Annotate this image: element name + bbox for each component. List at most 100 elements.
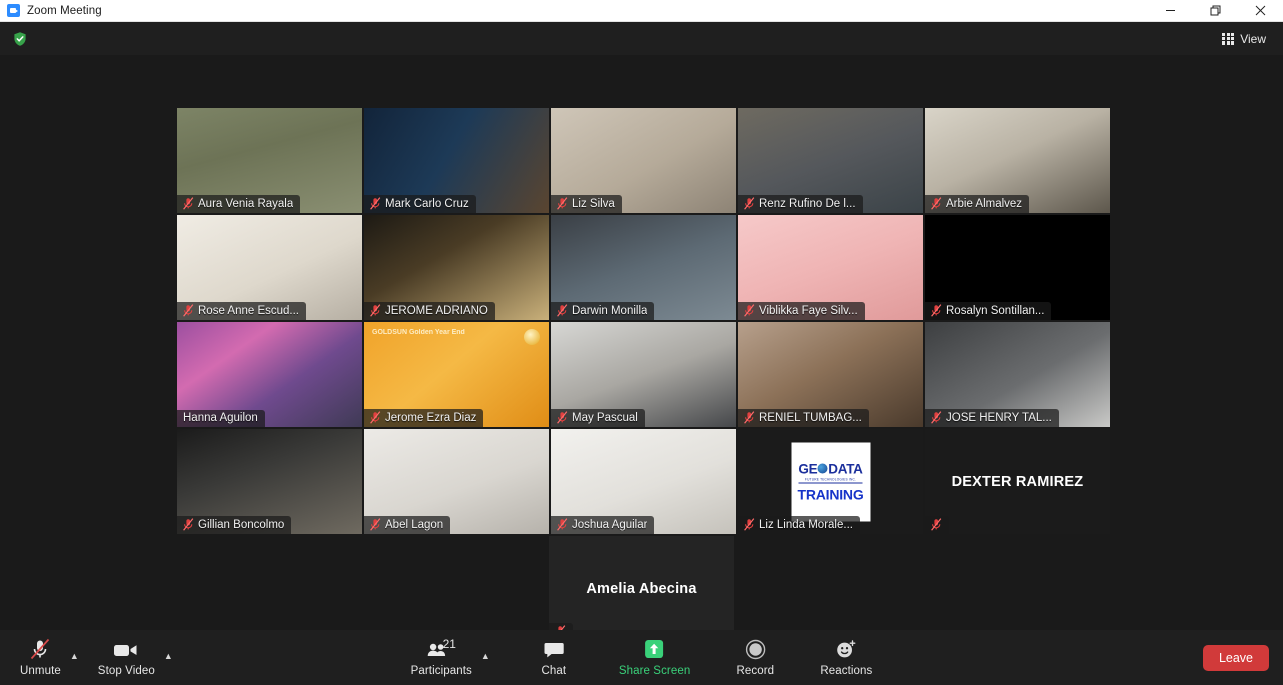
participant-tile[interactable]: DEXTER RAMIREZ <box>925 429 1110 534</box>
participant-nameplate: Gillian Boncolmo <box>177 516 292 534</box>
participant-tile[interactable]: GOLDSUN Golden Year End Jerome Ezra Diaz <box>364 322 549 427</box>
participant-nameplate: Mark Carlo Cruz <box>364 195 476 213</box>
participant-nameplate: Jerome Ezra Diaz <box>364 409 484 427</box>
participant-nameplate: JOSE HENRY TAL... <box>925 409 1059 427</box>
participants-label: Participants <box>410 665 472 677</box>
mic-muted-icon <box>370 197 381 210</box>
stop-video-button[interactable]: Stop Video <box>94 636 159 679</box>
gallery-row: Hanna Aguilon GOLDSUN Golden Year End Jero… <box>177 322 1110 427</box>
participants-button[interactable]: 21 Participants <box>407 636 476 679</box>
participant-tile[interactable]: May Pascual <box>551 322 736 427</box>
unmute-button[interactable]: Unmute <box>16 636 65 679</box>
gallery-row: Aura Venia Rayala Mark Carlo Cruz Liz Silv… <box>177 108 1110 213</box>
participant-nameplate: Renz Rufino De l... <box>738 195 863 213</box>
participants-control-group: 21 Participants ▲ <box>407 636 493 679</box>
participant-nameplate: Rosalyn Sontillan... <box>925 302 1052 320</box>
participant-name-centered: DEXTER RAMIREZ <box>951 473 1084 490</box>
toolbar-center-group: 21 Participants ▲ Chat Share Screen Reco… <box>407 636 877 679</box>
participant-nameplate: Joshua Aguilar <box>551 516 655 534</box>
record-button[interactable]: Record <box>732 636 778 679</box>
mic-muted-icon <box>183 518 194 531</box>
participant-tile[interactable]: Arbie Almalvez <box>925 108 1110 213</box>
participant-name: Arbie Almalvez <box>946 197 1023 210</box>
share-screen-button[interactable]: Share Screen <box>615 636 695 679</box>
participant-tile[interactable]: Gillian Boncolmo <box>177 429 362 534</box>
participant-tile[interactable]: Abel Lagon <box>364 429 549 534</box>
logo-primary-text: GE DATA <box>798 461 863 476</box>
participant-name: JOSE HENRY TAL... <box>946 411 1052 424</box>
participant-tile[interactable]: Hanna Aguilon <box>177 322 362 427</box>
participant-tile[interactable]: JEROME ADRIANO <box>364 215 549 320</box>
participant-nameplate: Liz Linda Morale... <box>738 516 860 534</box>
logo-subtitle-text: FUTURE TECHNOLOGIES INC. <box>798 477 863 483</box>
participant-name: Hanna Aguilon <box>183 412 258 424</box>
audio-options-caret[interactable]: ▲ <box>67 650 82 663</box>
meeting-toolbar: Unmute ▲ Stop Video ▲ 21 Participants ▲ … <box>0 630 1283 685</box>
participants-count: 21 <box>442 637 456 651</box>
leave-button[interactable]: Leave <box>1202 644 1269 671</box>
chat-button[interactable]: Chat <box>531 636 577 679</box>
audio-control-group: Unmute ▲ <box>16 636 82 679</box>
participant-nameplate: May Pascual <box>551 409 645 427</box>
mic-muted-icon <box>370 518 381 531</box>
mic-muted-icon <box>744 304 755 317</box>
mic-muted-icon <box>931 197 942 210</box>
participant-tile[interactable]: GE DATA FUTURE TECHNOLOGIES INC. TRAINING Li… <box>738 429 923 534</box>
reactions-smiley-icon <box>835 638 857 661</box>
participant-tile[interactable]: Liz Silva <box>551 108 736 213</box>
mic-muted-icon <box>29 638 51 661</box>
mic-muted-icon <box>370 304 381 317</box>
participant-tile[interactable]: Rosalyn Sontillan... <box>925 215 1110 320</box>
gallery-row: Gillian Boncolmo Abel Lagon Joshua Aguilar… <box>177 429 1110 534</box>
close-button[interactable] <box>1238 0 1283 22</box>
participant-nameplate: JEROME ADRIANO <box>364 302 495 320</box>
participant-name: Liz Silva <box>572 197 615 210</box>
participant-nameplate: Liz Silva <box>551 195 622 213</box>
participant-nameplate: Abel Lagon <box>364 516 451 534</box>
mic-muted-icon <box>557 411 568 424</box>
window-title: Zoom Meeting <box>27 4 102 17</box>
participant-tile[interactable]: JOSE HENRY TAL... <box>925 322 1110 427</box>
participant-tile[interactable]: Viblikka Faye Silv... <box>738 215 923 320</box>
mic-muted-icon <box>931 518 942 531</box>
shield-check-icon[interactable] <box>10 29 29 48</box>
mic-muted-icon <box>557 518 568 531</box>
participant-nameplate: Aura Venia Rayala <box>177 195 301 213</box>
mic-muted-icon <box>931 411 942 424</box>
participant-tile[interactable]: Amelia Abecina <box>549 536 734 641</box>
participant-name: Rose Anne Escud... <box>198 304 300 317</box>
gallery-row: Rose Anne Escud... JEROME ADRIANO Darwin M… <box>177 215 1110 320</box>
share-screen-label: Share Screen <box>618 665 691 677</box>
participants-caret[interactable]: ▲ <box>478 650 493 663</box>
share-screen-icon <box>644 638 666 661</box>
participant-tile[interactable]: Mark Carlo Cruz <box>364 108 549 213</box>
participant-tile[interactable]: Aura Venia Rayala <box>177 108 362 213</box>
participant-name: Viblikka Faye Silv... <box>759 304 858 317</box>
reactions-button[interactable]: Reactions <box>816 636 876 679</box>
participant-name: Jerome Ezra Diaz <box>385 411 477 424</box>
mic-muted-icon <box>557 197 568 210</box>
view-button[interactable]: View <box>1216 28 1272 49</box>
virtual-background-text: GOLDSUN Golden Year End <box>372 329 465 336</box>
participant-name: JEROME ADRIANO <box>385 304 488 317</box>
logo-secondary-text: TRAINING <box>797 486 864 502</box>
meeting-top-bar: View <box>0 22 1283 55</box>
record-label: Record <box>736 665 775 677</box>
participant-name: RENIEL TUMBAG... <box>759 411 862 424</box>
minimize-button[interactable] <box>1148 0 1193 22</box>
mic-muted-icon <box>744 411 755 424</box>
participant-name: Joshua Aguilar <box>572 518 648 531</box>
video-options-caret[interactable]: ▲ <box>161 650 176 663</box>
mic-muted-icon <box>744 197 755 210</box>
mic-muted-icon <box>557 304 568 317</box>
meeting-stage: Aura Venia Rayala Mark Carlo Cruz Liz Silv… <box>0 55 1283 652</box>
participant-tile[interactable]: Renz Rufino De l... <box>738 108 923 213</box>
participant-tile[interactable]: Joshua Aguilar <box>551 429 736 534</box>
participant-tile[interactable]: RENIEL TUMBAG... <box>738 322 923 427</box>
participant-gallery: Aura Venia Rayala Mark Carlo Cruz Liz Silv… <box>177 108 1110 643</box>
restore-button[interactable] <box>1193 0 1238 22</box>
gallery-row: Amelia Abecina <box>177 536 1106 641</box>
participant-nameplate: Hanna Aguilon <box>177 410 265 427</box>
participant-tile[interactable]: Darwin Monilla <box>551 215 736 320</box>
participant-tile[interactable]: Rose Anne Escud... <box>177 215 362 320</box>
